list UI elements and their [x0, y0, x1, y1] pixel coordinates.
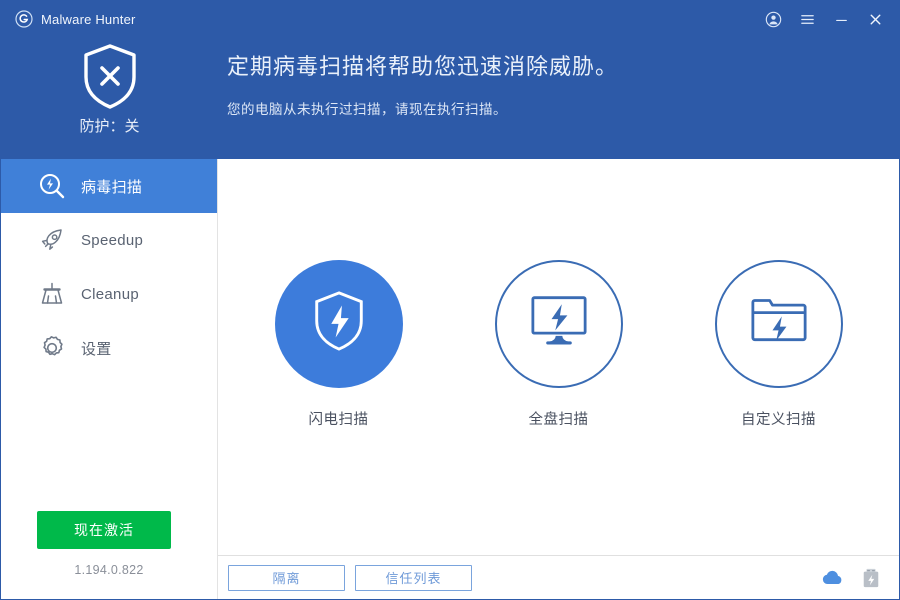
- main-content: 闪电扫描 全盘扫描 自定义扫描 隔离 信任列表: [218, 159, 899, 599]
- sidebar-item-label: 病毒扫描: [81, 178, 143, 196]
- close-icon[interactable]: [861, 5, 889, 33]
- scan-option-label: 全盘扫描: [528, 411, 589, 428]
- malware-hunter-window: Malware Hunter 防护：关 定期病毒扫描将帮助您迅速消除威胁。 您的…: [0, 0, 900, 600]
- sidebar-item-label: Speedup: [81, 231, 144, 249]
- scan-option-label: 自定义扫描: [741, 411, 816, 428]
- trust-list-button[interactable]: 信任列表: [355, 564, 472, 591]
- shield-bolt-icon: [308, 287, 370, 360]
- app-brand: Malware Hunter: [15, 10, 136, 28]
- sidebar-item-speedup[interactable]: Speedup: [1, 213, 217, 267]
- account-icon[interactable]: [759, 5, 787, 33]
- custom-scan-circle: [714, 259, 843, 388]
- scan-option-label: 闪电扫描: [308, 411, 369, 428]
- header-banner: 防护：关 定期病毒扫描将帮助您迅速消除威胁。 您的电脑从未执行过扫描，请现在执行…: [1, 37, 899, 159]
- shield-x-icon: [77, 41, 143, 111]
- activate-now-button[interactable]: 现在激活: [37, 511, 171, 549]
- gear-icon: [37, 333, 67, 363]
- usb-bolt-icon[interactable]: [857, 564, 885, 592]
- activate-area: 现在激活: [1, 511, 217, 549]
- menu-icon[interactable]: [793, 5, 821, 33]
- title-bar: Malware Hunter: [1, 1, 899, 37]
- minimize-icon[interactable]: [827, 5, 855, 33]
- sidebar-item-settings[interactable]: 设置: [1, 321, 217, 375]
- protection-status-label: 防护：关: [79, 118, 140, 135]
- scan-option-quick[interactable]: 闪电扫描: [269, 259, 409, 429]
- cloud-icon[interactable]: [819, 564, 847, 592]
- app-title: Malware Hunter: [41, 11, 136, 27]
- quarantine-button[interactable]: 隔离: [228, 564, 345, 591]
- folder-bolt-icon: [748, 293, 810, 354]
- bottom-bar: 隔离 信任列表: [218, 555, 899, 599]
- banner-title: 定期病毒扫描将帮助您迅速消除威胁。: [227, 54, 619, 79]
- sidebar-nav: 病毒扫描 Speedup Cleanup 设置: [1, 159, 217, 375]
- shield-g-logo-icon: [15, 10, 33, 28]
- scan-option-custom[interactable]: 自定义扫描: [709, 259, 849, 429]
- window-controls: [759, 5, 889, 33]
- banner-subtitle: 您的电脑从未执行过扫描，请现在执行扫描。: [227, 101, 507, 117]
- scan-options: 闪电扫描 全盘扫描 自定义扫描: [218, 159, 899, 555]
- quick-scan-circle: [274, 259, 403, 388]
- monitor-bolt-icon: [526, 293, 592, 354]
- sidebar: 病毒扫描 Speedup Cleanup 设置 现在激活 1.194.0.822: [1, 159, 218, 599]
- version-label: 1.194.0.822: [74, 563, 144, 577]
- rocket-icon: [37, 225, 67, 255]
- full-scan-circle: [494, 259, 623, 388]
- protection-status-block: 防护：关: [1, 37, 218, 159]
- sidebar-item-label: 设置: [81, 340, 112, 358]
- sidebar-item-cleanup[interactable]: Cleanup: [1, 267, 217, 321]
- scan-magnifier-bolt-icon: [37, 171, 67, 201]
- body: 病毒扫描 Speedup Cleanup 设置 现在激活 1.194.0.822…: [1, 159, 899, 599]
- sidebar-item-label: Cleanup: [81, 285, 139, 303]
- broom-icon: [37, 279, 67, 309]
- scan-option-full[interactable]: 全盘扫描: [489, 259, 629, 429]
- banner-text-block: 定期病毒扫描将帮助您迅速消除威胁。 您的电脑从未执行过扫描，请现在执行扫描。: [218, 37, 899, 159]
- sidebar-item-virus-scan[interactable]: 病毒扫描: [1, 159, 217, 213]
